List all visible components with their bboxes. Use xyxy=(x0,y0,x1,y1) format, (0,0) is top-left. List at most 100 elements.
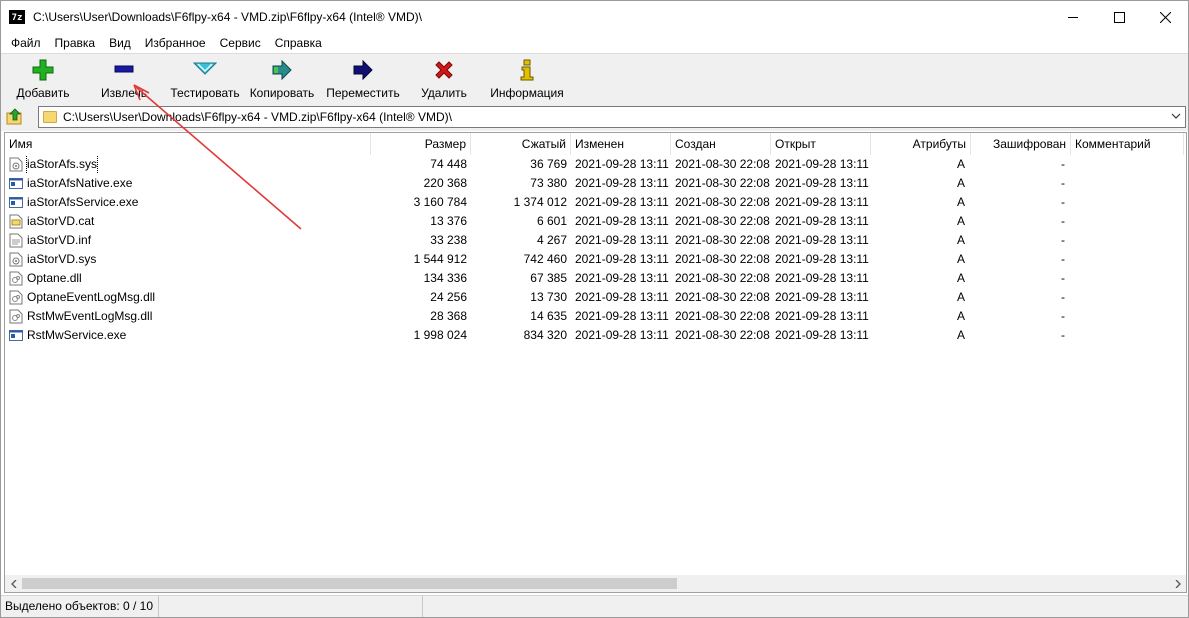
file-row[interactable]: iaStorAfsService.exe 3 160 784 1 374 012 20… xyxy=(5,193,1186,212)
horizontal-scrollbar[interactable] xyxy=(5,575,1186,592)
file-row[interactable]: OptaneEventLogMsg.dll 24 256 13 730 2021-09… xyxy=(5,288,1186,307)
file-accessed: 2021-09-28 13:11 xyxy=(775,252,869,266)
file-attributes: A xyxy=(956,214,965,228)
selection-status: Выделено объектов: 0 / 10 xyxy=(1,596,159,617)
file-attributes: A xyxy=(956,252,965,266)
file-attributes: A xyxy=(956,309,965,323)
maximize-button[interactable] xyxy=(1096,1,1142,33)
scroll-left-button[interactable] xyxy=(5,575,22,592)
file-modified: 2021-09-28 13:11 xyxy=(575,233,669,247)
file-row[interactable]: RstMwService.exe 1 998 024 834 320 2021-09-… xyxy=(5,326,1186,345)
file-accessed: 2021-09-28 13:11 xyxy=(775,271,869,285)
menu-view[interactable]: Вид xyxy=(102,33,138,53)
status-bar: Выделено объектов: 0 / 10 xyxy=(1,595,1188,617)
minimize-button[interactable] xyxy=(1050,1,1096,33)
file-attributes: A xyxy=(956,271,965,285)
file-name-cell: Optane.dll xyxy=(5,269,371,288)
file-modified: 2021-09-28 13:11 xyxy=(575,176,669,190)
file-modified: 2021-09-28 13:11 xyxy=(575,252,669,266)
file-accessed: 2021-09-28 13:11 xyxy=(775,309,869,323)
file-name: iaStorAfs.sys xyxy=(25,155,99,174)
column-accessed[interactable]: Открыт xyxy=(771,133,871,155)
column-attributes[interactable]: Атрибуты xyxy=(871,133,971,155)
info-icon xyxy=(520,59,534,81)
file-attributes: A xyxy=(956,290,965,304)
chevron-down-icon[interactable] xyxy=(1171,111,1181,121)
file-encrypted: - xyxy=(1061,290,1065,304)
info-button-label: Информация xyxy=(490,86,564,100)
file-row[interactable]: Optane.dll 134 336 67 385 2021-09-28 13:11 2… xyxy=(5,269,1186,288)
move-button[interactable]: Переместить xyxy=(320,54,406,102)
file-encrypted: - xyxy=(1061,309,1065,323)
copy-button[interactable]: Копировать xyxy=(246,54,318,102)
delete-x-icon xyxy=(435,61,453,79)
status-panel-3 xyxy=(423,596,863,617)
test-button[interactable]: Тестировать xyxy=(166,54,244,102)
column-modified[interactable]: Изменен xyxy=(571,133,671,155)
plus-icon xyxy=(32,59,54,81)
file-row[interactable]: iaStorVD.sys 1 544 912 742 460 2021-09-28 1… xyxy=(5,250,1186,269)
column-name[interactable]: Имя xyxy=(5,133,371,155)
column-encrypted[interactable]: Зашифрован xyxy=(971,133,1071,155)
file-created: 2021-08-30 22:08 xyxy=(675,233,770,247)
file-row[interactable]: iaStorAfs.sys 74 448 36 769 2021-09-28 13:1… xyxy=(5,155,1186,174)
menu-favorites[interactable]: Избранное xyxy=(138,33,213,53)
file-packed-size: 13 730 xyxy=(530,290,567,304)
file-modified: 2021-09-28 13:11 xyxy=(575,214,669,228)
scroll-right-button[interactable] xyxy=(1169,575,1186,592)
menu-edit[interactable]: Правка xyxy=(48,33,103,53)
file-name: iaStorVD.cat xyxy=(27,214,95,228)
menu-file[interactable]: Файл xyxy=(4,33,48,53)
move-button-label: Переместить xyxy=(326,86,400,100)
file-created: 2021-08-30 22:08 xyxy=(675,195,770,209)
dll-file-icon xyxy=(9,290,23,305)
file-encrypted: - xyxy=(1061,252,1065,266)
file-attributes: A xyxy=(956,195,965,209)
file-name: RstMwService.exe xyxy=(27,328,127,342)
path-field[interactable]: C:\Users\User\Downloads\F6flpy-x64 - VMD… xyxy=(38,106,1186,128)
window-controls xyxy=(1050,1,1188,33)
file-accessed: 2021-09-28 13:11 xyxy=(775,214,869,228)
column-comment[interactable]: Комментарий xyxy=(1071,133,1184,155)
file-packed-size: 73 380 xyxy=(530,176,567,190)
file-name: iaStorAfsService.exe xyxy=(27,195,139,209)
column-header: Имя Размер Сжатый Изменен Создан Открыт … xyxy=(5,133,1186,155)
file-comment xyxy=(1071,174,1184,193)
file-name: iaStorAfsNative.exe xyxy=(27,176,133,190)
menu-tools[interactable]: Сервис xyxy=(213,33,268,53)
file-comment xyxy=(1071,307,1184,326)
file-row[interactable]: RstMwEventLogMsg.dll 28 368 14 635 2021-09-… xyxy=(5,307,1186,326)
menu-bar: Файл Правка Вид Избранное Сервис Справка xyxy=(1,33,1188,53)
add-button[interactable]: Добавить xyxy=(11,54,75,102)
file-encrypted: - xyxy=(1061,233,1065,247)
column-created[interactable]: Создан xyxy=(671,133,771,155)
folder-up-button[interactable] xyxy=(4,106,26,128)
file-row[interactable]: iaStorVD.inf 33 238 4 267 2021-09-28 13:11 2… xyxy=(5,231,1186,250)
file-name-cell: iaStorVD.cat xyxy=(5,212,371,231)
file-name-cell: RstMwEventLogMsg.dll xyxy=(5,307,371,326)
column-size[interactable]: Размер xyxy=(371,133,471,155)
file-name: RstMwEventLogMsg.dll xyxy=(27,309,153,323)
file-size: 1 998 024 xyxy=(413,328,467,342)
extract-button[interactable]: Извлечь xyxy=(95,54,153,102)
file-row[interactable]: iaStorVD.cat 13 376 6 601 2021-09-28 13:11 2… xyxy=(5,212,1186,231)
delete-button[interactable]: Удалить xyxy=(414,54,474,102)
file-packed-size: 14 635 xyxy=(530,309,567,323)
file-list[interactable]: Имя Размер Сжатый Изменен Создан Открыт … xyxy=(4,132,1187,593)
info-button[interactable]: Информация xyxy=(488,54,566,102)
file-name: iaStorVD.sys xyxy=(27,252,97,266)
file-size: 220 368 xyxy=(423,176,467,190)
file-comment xyxy=(1071,212,1184,231)
column-packed[interactable]: Сжатый xyxy=(471,133,571,155)
menu-help[interactable]: Справка xyxy=(268,33,329,53)
cat-file-icon xyxy=(9,214,23,229)
scroll-thumb[interactable] xyxy=(22,578,677,589)
close-button[interactable] xyxy=(1142,1,1188,33)
file-row[interactable]: iaStorAfsNative.exe 220 368 73 380 2021-09-… xyxy=(5,174,1186,193)
7zip-app-icon: 7z xyxy=(9,10,25,24)
chevron-right-icon xyxy=(1175,579,1181,588)
folder-up-icon xyxy=(6,108,22,125)
file-encrypted: - xyxy=(1061,176,1065,190)
close-icon xyxy=(1159,11,1171,23)
file-accessed: 2021-09-28 13:11 xyxy=(775,328,869,342)
